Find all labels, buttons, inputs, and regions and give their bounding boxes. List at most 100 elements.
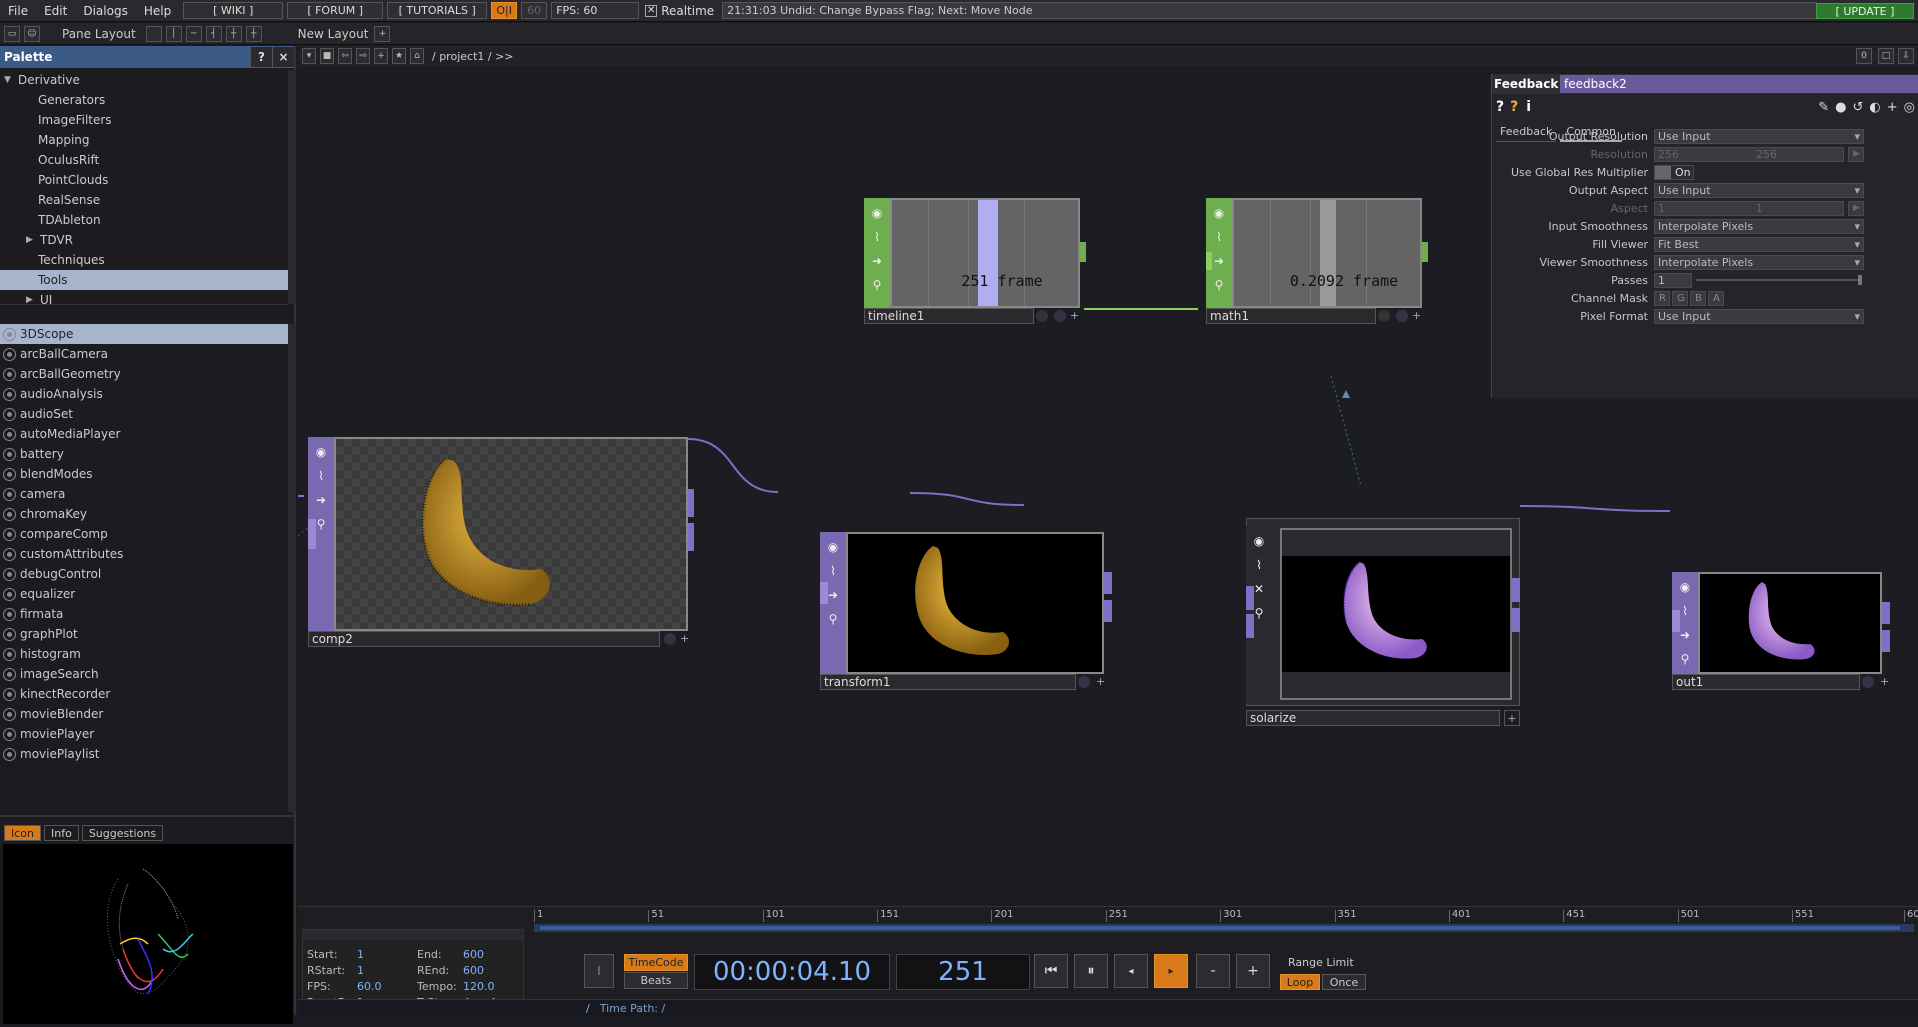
component-list-item[interactable]: chromaKey bbox=[0, 504, 288, 524]
expand-right-icon[interactable]: ▶ bbox=[26, 295, 38, 304]
comment-icon[interactable]: ● bbox=[1835, 100, 1846, 115]
comp2-label[interactable]: comp2 bbox=[308, 631, 660, 647]
layout-split-icon[interactable]: │ bbox=[165, 25, 182, 42]
transform1-output-2[interactable] bbox=[1104, 600, 1112, 622]
param-pair[interactable]: 11 bbox=[1654, 200, 1844, 216]
palette-tab-icon[interactable]: Icon bbox=[4, 825, 41, 841]
channel-mask-g[interactable]: G bbox=[1672, 290, 1688, 306]
cook-icon[interactable]: ⌇ bbox=[1210, 228, 1228, 246]
channel-mask-r[interactable]: R bbox=[1654, 290, 1670, 306]
palette-tree-item[interactable]: ▶ TDVR bbox=[0, 230, 288, 250]
time-path[interactable]: Time Path: / bbox=[600, 1002, 666, 1015]
component-list-item[interactable]: compareComp bbox=[0, 524, 288, 544]
palette-tree-item[interactable]: ▶ UI bbox=[0, 290, 288, 304]
timecode-display[interactable]: 00:00:04.10 bbox=[694, 954, 890, 990]
component-list-item[interactable]: imageSearch bbox=[0, 664, 288, 684]
tempo-value[interactable]: 120.0 bbox=[463, 980, 495, 993]
param-menu[interactable]: Fit Best ▾ bbox=[1654, 236, 1864, 252]
menu-help[interactable]: Help bbox=[136, 4, 179, 18]
comp2-node[interactable]: ◉ ⌇ ➜ ⚲ comp2 + bbox=[308, 437, 694, 647]
wiki-button[interactable]: [ WIKI ] bbox=[183, 2, 284, 19]
frame-display[interactable]: 251 bbox=[896, 954, 1030, 990]
lock-icon[interactable]: ⚲ bbox=[824, 610, 842, 628]
component-list-item[interactable]: 3DScope bbox=[0, 324, 288, 344]
component-list-item[interactable]: movieBlender bbox=[0, 704, 288, 724]
rstart-value[interactable]: 1 bbox=[357, 964, 364, 977]
export-icon[interactable]: ➜ bbox=[1210, 252, 1228, 270]
beats-toggle[interactable]: Beats bbox=[624, 972, 688, 989]
python-help-icon[interactable]: ? bbox=[1510, 99, 1518, 115]
timeline-cursor-button[interactable]: I bbox=[584, 954, 614, 988]
layout-tri-icon[interactable]: ┤ bbox=[205, 25, 222, 42]
timeline1-label[interactable]: timeline1 bbox=[864, 308, 1034, 324]
solarize-add-icon[interactable]: + bbox=[1504, 710, 1520, 726]
transform1-label[interactable]: transform1 bbox=[820, 674, 1076, 690]
edit-icon[interactable]: ✎ bbox=[1818, 100, 1829, 115]
palette-close-button[interactable]: × bbox=[272, 47, 294, 67]
component-list-item[interactable]: autoMediaPlayer bbox=[0, 424, 288, 444]
solarize-node[interactable]: ◉ ⌇ ✕ ⚲ solarize + bbox=[1246, 518, 1520, 732]
param-slider[interactable] bbox=[1696, 275, 1862, 285]
once-button[interactable]: Once bbox=[1322, 974, 1366, 990]
solarize-label[interactable]: solarize bbox=[1246, 710, 1500, 726]
param-menu[interactable]: Interpolate Pixels ▾ bbox=[1654, 254, 1864, 270]
help-icon[interactable]: ? bbox=[1496, 99, 1504, 115]
component-list-item[interactable]: arcBallCamera bbox=[0, 344, 288, 364]
component-list-item[interactable]: audioAnalysis bbox=[0, 384, 288, 404]
viewer-icon[interactable]: ◉ bbox=[868, 204, 886, 222]
out1-input[interactable] bbox=[1672, 610, 1680, 632]
comp2-output-1[interactable] bbox=[688, 489, 694, 517]
param-menu[interactable]: Use Input ▾ bbox=[1654, 182, 1864, 198]
rewind-button[interactable]: ⏮ bbox=[1034, 954, 1068, 988]
list-scrollbar[interactable] bbox=[288, 324, 296, 812]
lock-icon[interactable]: ⚲ bbox=[868, 276, 886, 294]
component-list-item[interactable]: arcBallGeometry bbox=[0, 364, 288, 384]
transform1-add-icon[interactable]: + bbox=[1096, 675, 1110, 689]
loop-button[interactable]: Loop bbox=[1280, 974, 1320, 990]
palette-tab-info[interactable]: Info bbox=[44, 825, 79, 841]
viewer-icon[interactable]: ◉ bbox=[1210, 204, 1228, 222]
add-layout-icon[interactable]: + bbox=[374, 25, 391, 42]
cook-icon[interactable]: ⌇ bbox=[868, 228, 886, 246]
palette-tree-item[interactable]: ImageFilters bbox=[0, 110, 288, 130]
menu-file[interactable]: File bbox=[0, 4, 36, 18]
palette-tab-suggestions[interactable]: Suggestions bbox=[81, 825, 164, 841]
timeline1-output[interactable] bbox=[1080, 242, 1086, 262]
transform1-node[interactable]: ◉ ⌇ ➜ ⚲ transform1 + bbox=[820, 532, 1112, 694]
person-icon[interactable]: ☺ bbox=[24, 25, 40, 42]
slower-button[interactable]: - bbox=[1196, 954, 1230, 988]
channel-mask-a[interactable]: A bbox=[1708, 290, 1724, 306]
start-value[interactable]: 1 bbox=[357, 948, 364, 961]
palette-tree-item[interactable]: ▼ Derivative bbox=[0, 70, 288, 90]
rend-value[interactable]: 600 bbox=[463, 964, 484, 977]
timeline1-add-icon[interactable]: + bbox=[1070, 309, 1084, 323]
info-icon[interactable]: i bbox=[1526, 99, 1531, 115]
expand-right-icon[interactable]: ▶ bbox=[26, 235, 38, 245]
palette-tree-item[interactable]: PointClouds bbox=[0, 170, 288, 190]
component-list-item[interactable]: camera bbox=[0, 484, 288, 504]
param-menu[interactable]: Use Input ▾ bbox=[1654, 128, 1864, 144]
palette-tree-item[interactable]: TDAbleton bbox=[0, 210, 288, 230]
lock-icon[interactable]: ⚲ bbox=[1676, 650, 1694, 668]
palette-help-button[interactable]: ? bbox=[250, 47, 272, 67]
param-pair[interactable]: 256 256 bbox=[1654, 146, 1844, 162]
component-list-item[interactable]: blendModes bbox=[0, 464, 288, 484]
param-expand-icon[interactable]: ▶ bbox=[1848, 146, 1864, 162]
cook-icon[interactable]: ⌇ bbox=[824, 562, 842, 580]
python-icon[interactable]: ◐ bbox=[1869, 100, 1880, 115]
layout-quad-icon[interactable]: ┼ bbox=[225, 25, 242, 42]
timeline-range-bar[interactable] bbox=[534, 924, 1914, 932]
math1-add-icon[interactable]: + bbox=[1412, 309, 1426, 323]
math1-output[interactable] bbox=[1422, 242, 1428, 262]
component-list-item[interactable]: firmata bbox=[0, 604, 288, 624]
pause-button[interactable]: ⏸ bbox=[1074, 954, 1108, 988]
reset-icon[interactable]: ↺ bbox=[1853, 100, 1864, 115]
comp2-output-2[interactable] bbox=[688, 523, 694, 551]
palette-tree-item[interactable]: Generators bbox=[0, 90, 288, 110]
layout-grid-icon[interactable]: ┼ bbox=[245, 25, 262, 42]
out1-node[interactable]: ◉ ⌇ ➜ ⚲ out1 + bbox=[1672, 572, 1896, 694]
math1-label[interactable]: math1 bbox=[1206, 308, 1376, 324]
layout-hsplit-icon[interactable]: ─ bbox=[185, 25, 202, 42]
component-list-item[interactable]: histogram bbox=[0, 644, 288, 664]
cook-icon[interactable]: ⌇ bbox=[1250, 556, 1268, 574]
